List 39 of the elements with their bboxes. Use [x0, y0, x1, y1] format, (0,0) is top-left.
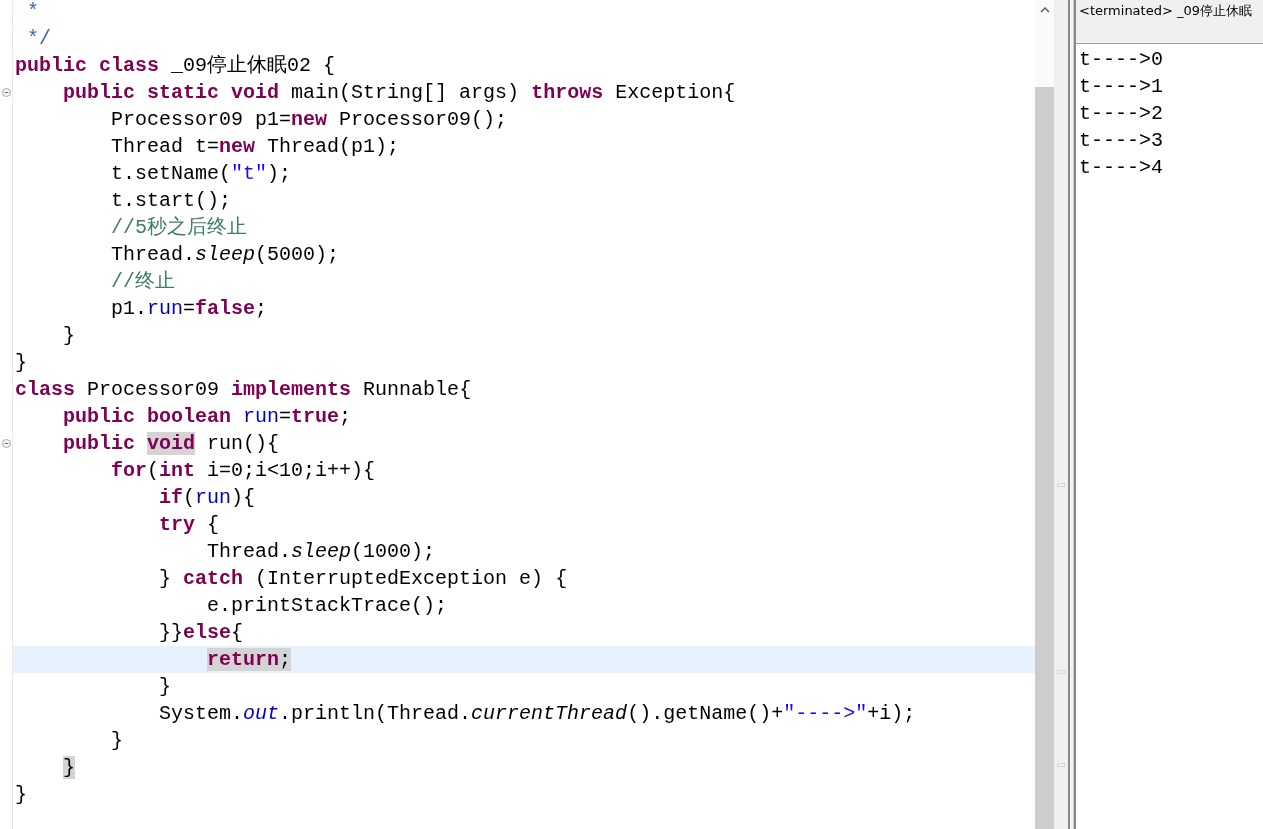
console-output-line: t---->1 — [1079, 74, 1163, 100]
scrollbar-thumb[interactable] — [1035, 87, 1054, 829]
code-line: } — [158, 675, 172, 698]
collapse-icon[interactable] — [1, 88, 11, 97]
code-line: * — [26, 0, 40, 23]
console-output-line: t---->4 — [1079, 155, 1163, 181]
code-line: }}else{ — [158, 621, 244, 644]
code-line: t.setName("t"); — [110, 162, 292, 185]
code-line: public void run(){ — [62, 432, 280, 455]
code-line: t.start(); — [110, 189, 232, 212]
code-line: Thread.sleep(5000); — [110, 243, 340, 266]
code-line: } — [15, 783, 27, 806]
code-line: Processor09 p1=new Processor09(); — [110, 108, 508, 131]
code-line: //5秒之后终止 — [110, 216, 248, 239]
code-line: p1.run=false; — [110, 297, 268, 320]
scroll-up-button[interactable] — [1039, 7, 1050, 13]
code-line: e.printStackTrace(); — [206, 594, 448, 617]
code-line: System.out.println(Thread.currentThread().getName()+"---->"+i); — [158, 702, 916, 725]
console-output-line: t---->3 — [1079, 128, 1163, 154]
code-line: } catch (InterruptedException e) { — [158, 567, 568, 590]
code-line: if(run){ — [158, 486, 256, 509]
code-line: public boolean run=true; — [62, 405, 352, 428]
code-line: Thread.sleep(1000); — [206, 540, 436, 563]
code-line: } — [110, 729, 124, 752]
code-line: public class _09停止休眠02 { — [15, 54, 336, 77]
console-title: <terminated> _09停止休眠 — [1079, 3, 1252, 18]
code-line: class Processor09 implements Runnable{ — [15, 378, 472, 401]
collapse-icon[interactable] — [1, 439, 11, 448]
code-line: Thread t=new Thread(p1); — [110, 135, 400, 158]
console-output-line: t---->0 — [1079, 47, 1163, 73]
code-line: for(int i=0;i<10;i++){ — [110, 459, 376, 482]
code-line: public static void main(String[] args) throws Exception{ — [62, 81, 736, 104]
code-line: } — [15, 351, 27, 374]
code-line: return; — [206, 648, 292, 671]
code-line: */ — [26, 27, 52, 50]
code-line: try { — [158, 513, 220, 536]
code-line: //终止 — [110, 270, 176, 293]
console-output-line: t---->2 — [1079, 101, 1163, 127]
code-line: } — [62, 324, 76, 347]
